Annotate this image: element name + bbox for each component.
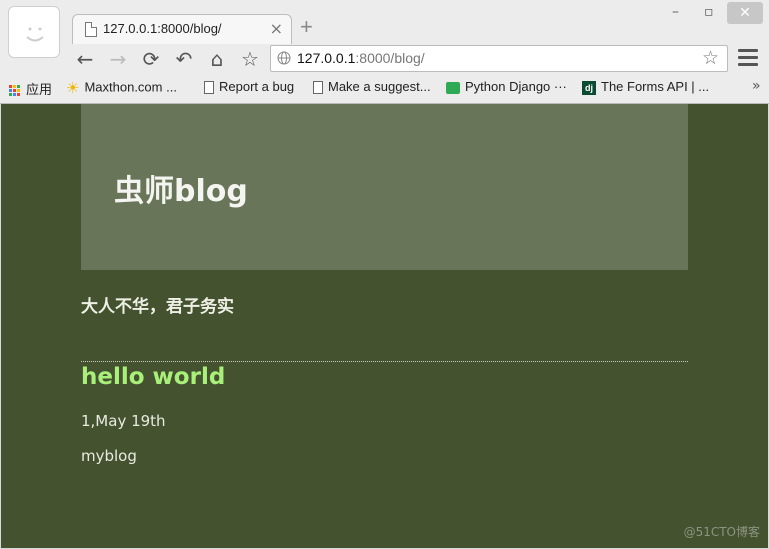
sun-icon: ☀ (66, 80, 80, 97)
minimize-button[interactable]: – (672, 4, 679, 20)
maximize-button[interactable]: ▫ (704, 4, 714, 20)
django-icon: dj (582, 80, 596, 95)
post-body: myblog (81, 447, 137, 465)
url-text: 127.0.0.1:8000/blog/ (297, 50, 425, 66)
menu-bar-icon (738, 63, 758, 66)
bookmark-maxthon[interactable]: ☀ Maxthon.com ... (66, 79, 177, 97)
bookmark-label: Report a bug (219, 79, 295, 94)
page-viewport: 虫师blog 大人不华，君子务实 hello world 1,May 19th … (1, 104, 768, 548)
apps-grid-icon (9, 85, 20, 97)
blog-header: 虫师blog (81, 104, 688, 270)
new-tab-button[interactable]: + (300, 14, 313, 40)
site-title[interactable]: 虫师blog (114, 166, 248, 210)
reload-button[interactable]: ⟳ (139, 47, 163, 71)
bookmark-label: The Forms API | ... (601, 79, 710, 94)
url-host: 127.0.0.1 (297, 50, 356, 66)
star-icon[interactable]: ☆ (702, 47, 719, 69)
tab-title: 127.0.0.1:8000/blog/ (103, 21, 222, 36)
close-tab-icon[interactable]: × (270, 19, 283, 38)
bookmarks-bar: 应用 ☀ Maxthon.com ... Report a bug Make a … (0, 76, 769, 100)
close-window-button[interactable]: ✕ (727, 2, 763, 24)
bookmarks-overflow-button[interactable]: » (752, 78, 761, 94)
bookmark-label: Python Django ··· (465, 79, 567, 94)
home-button[interactable]: ⌂ (205, 47, 229, 71)
post-meta: 1,May 19th (81, 412, 166, 430)
address-bar[interactable]: 127.0.0.1:8000/blog/ ☆ (270, 45, 728, 72)
bookmark-star-button[interactable]: ☆ (238, 47, 262, 71)
page-icon (85, 22, 97, 37)
url-path: :8000/blog/ (355, 50, 425, 66)
back-button[interactable]: ← (73, 47, 97, 71)
bookmark-suggestion[interactable]: Make a suggest... (313, 79, 431, 95)
watermark: @51CTO博客 (683, 525, 760, 539)
site-tagline: 大人不华，君子务实 (81, 297, 234, 317)
bookmark-forms-api[interactable]: dj The Forms API | ... (582, 79, 709, 95)
page-icon (204, 81, 214, 95)
page-icon (313, 81, 323, 95)
menu-button[interactable] (738, 49, 758, 70)
profile-avatar[interactable] (8, 6, 60, 58)
globe-icon (277, 51, 291, 65)
post-title[interactable]: hello world (81, 364, 225, 390)
tab-blog[interactable]: 127.0.0.1:8000/blog/ × (72, 14, 292, 44)
smiley-icon (26, 27, 44, 42)
bookmark-label: Make a suggest... (328, 79, 431, 94)
bookmark-python-django[interactable]: Python Django ··· (446, 79, 567, 94)
green-chat-icon (446, 81, 460, 94)
bookmark-report-bug[interactable]: Report a bug (204, 79, 295, 95)
forward-button[interactable]: → (106, 47, 130, 71)
bookmark-apps[interactable]: 应用 (9, 79, 52, 98)
bookmark-label: Maxthon.com ... (84, 79, 177, 95)
undo-button[interactable]: ↶ (172, 47, 196, 71)
menu-bar-icon (738, 56, 758, 59)
divider (81, 361, 688, 362)
menu-bar-icon (738, 49, 758, 52)
bookmark-label: 应用 (26, 82, 53, 97)
browser-chrome: 127.0.0.1:8000/blog/ × + – ▫ ✕ ← → ⟳ ↶ ⌂… (0, 0, 769, 104)
